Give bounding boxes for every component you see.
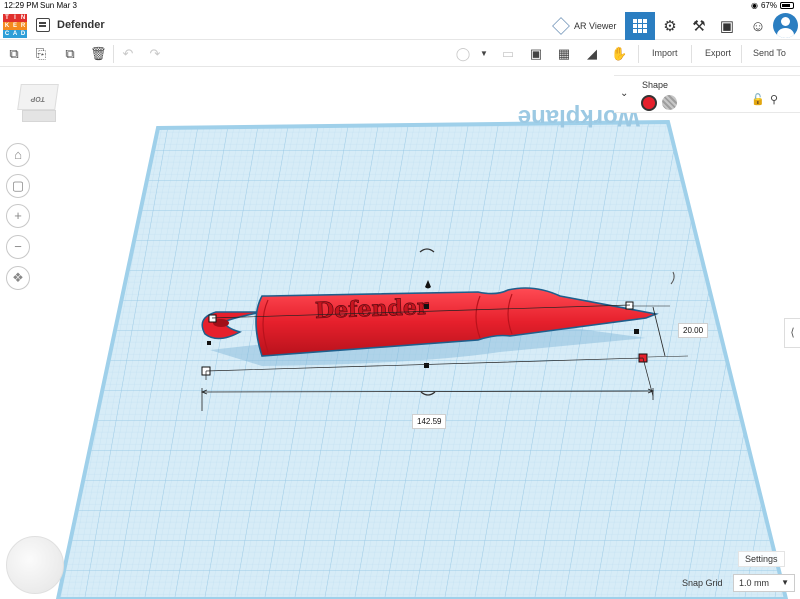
blocks-view-button[interactable]: ⚙	[655, 12, 685, 40]
shape-inspector-panel: ⌄ Shape 🔓 ⚲	[614, 75, 800, 113]
resize-handle[interactable]	[208, 314, 217, 323]
height-dimension-label[interactable]: 20.00	[678, 323, 709, 338]
chevron-left-icon: ⟨	[790, 327, 795, 339]
resize-handle[interactable]	[625, 301, 634, 310]
snap-grid-select[interactable]: 1.0 mm ▼	[733, 574, 795, 592]
ar-cube-icon	[552, 17, 570, 35]
view-cube-front-face[interactable]	[22, 110, 56, 122]
light-bulb-icon[interactable]: ⚲	[770, 93, 778, 106]
grid-icon	[633, 19, 647, 33]
chevron-down-icon: ▼	[781, 578, 789, 587]
logo-letter: E	[11, 22, 19, 30]
align-icon[interactable]: ▦	[556, 46, 572, 62]
light-bulb-icon[interactable]: ◯	[455, 46, 471, 62]
group-icon[interactable]: ▭	[500, 46, 516, 62]
logo-letter: K	[3, 22, 11, 30]
zoom-out-button[interactable]: −	[6, 235, 30, 259]
settings-button[interactable]: Settings	[738, 551, 785, 567]
fit-view-button[interactable]: ▢	[6, 174, 30, 198]
import-button[interactable]: Import	[652, 48, 678, 58]
project-title[interactable]: Defender	[57, 19, 105, 31]
edit-toolbar: ⧉ ⎘ ⧉ 🗑 ↶ ↷ ◯ ▼ ▭ ▣ ▦ ◢ ✋ Import Export …	[0, 41, 800, 67]
perspective-cube-icon: ❖	[12, 270, 24, 285]
add-user-icon: ☺	[750, 17, 766, 35]
add-user-button[interactable]: ☺	[743, 12, 773, 40]
edge-handle[interactable]	[634, 329, 639, 334]
view-cube[interactable]: TOP	[17, 84, 59, 126]
ar-viewer-button[interactable]: AR Viewer	[552, 15, 616, 37]
delete-icon[interactable]: 🗑	[90, 46, 107, 62]
logo-letter: I	[11, 14, 19, 22]
ar-viewer-label: AR Viewer	[574, 21, 617, 31]
undo-icon[interactable]: ↶	[120, 46, 136, 62]
briefcase-icon: ▣	[719, 17, 735, 35]
status-bar: 12:29 PM Sun Mar 3 ◉ 67%	[0, 0, 800, 12]
battery-percent: 67%	[760, 1, 777, 10]
mirror-icon[interactable]: ◢	[584, 46, 600, 62]
logo-letter: N	[19, 14, 27, 22]
copy-icon[interactable]: ⧉	[6, 46, 22, 62]
toolbar-divider	[741, 45, 742, 63]
duplicate-icon[interactable]: ⧉	[62, 46, 78, 62]
sim-lab-view-button[interactable]: ▣	[712, 12, 742, 40]
toolbar-divider	[691, 45, 692, 63]
width-dimension-label[interactable]: 142.59	[412, 414, 447, 429]
logo-letter: C	[3, 30, 11, 38]
logo-letter: T	[3, 14, 11, 22]
app-header: TINKERCAD Defender AR Viewer ⚙ ⚒ ▣ ☺	[0, 12, 800, 40]
send-to-button[interactable]: Send To	[753, 48, 786, 58]
shape-panel-title: Shape	[642, 80, 669, 90]
toolbar-divider	[638, 45, 639, 63]
edge-handle[interactable]	[424, 304, 429, 309]
bricks-view-button[interactable]: ⚒	[684, 12, 714, 40]
design-menu-icon[interactable]	[36, 18, 50, 32]
toolbar-divider	[113, 45, 114, 63]
fit-all-icon: ▢	[11, 178, 25, 193]
gear-hand-icon: ⚙	[663, 17, 677, 35]
cruise-icon[interactable]: ✋	[611, 46, 627, 62]
home-view-button[interactable]: ⌂	[6, 143, 30, 167]
edge-handle[interactable]	[207, 341, 211, 345]
status-time: 12:29 PM	[4, 1, 39, 10]
home-icon: ⌂	[14, 147, 22, 162]
paste-icon[interactable]: ⎘	[33, 46, 49, 62]
shapes-panel-toggle[interactable]: ⟨	[784, 318, 800, 348]
logo-letter: A	[11, 30, 19, 38]
ungroup-icon[interactable]: ▣	[528, 46, 544, 62]
battery-icon	[780, 2, 794, 9]
lock-icon[interactable]: 🔓	[751, 93, 765, 106]
redo-icon[interactable]: ↷	[147, 46, 163, 62]
navigation-joystick[interactable]	[6, 536, 64, 594]
wifi-icon: ◉	[751, 1, 758, 10]
edge-handle[interactable]	[424, 363, 429, 368]
chevron-down-icon[interactable]: ⌄	[620, 88, 628, 99]
zoom-in-button[interactable]: +	[6, 204, 30, 228]
model-engraved-text: Defender	[315, 294, 430, 324]
3d-design-view-button[interactable]	[625, 12, 655, 40]
minus-icon: −	[14, 239, 22, 254]
perspective-toggle-button[interactable]: ❖	[6, 266, 30, 290]
status-right: ◉ 67%	[751, 1, 794, 10]
hole-swatch[interactable]	[662, 95, 677, 110]
tinkercad-app: 12:29 PM Sun Mar 3 ◉ 67% TINKERCAD Defen…	[0, 0, 800, 599]
snap-grid-label: Snap Grid	[682, 578, 723, 588]
user-avatar[interactable]	[773, 13, 798, 38]
logo-letter: D	[19, 30, 27, 38]
tinkercad-logo[interactable]: TINKERCAD	[3, 14, 27, 38]
export-button[interactable]: Export	[705, 48, 731, 58]
view-cube-top-face[interactable]: TOP	[17, 84, 59, 110]
status-date: Sun Mar 3	[40, 1, 77, 10]
plus-icon: +	[14, 208, 22, 223]
snap-grid-value: 1.0 mm	[739, 578, 770, 588]
logo-letter: R	[19, 22, 27, 30]
pickaxe-icon: ⚒	[692, 17, 706, 35]
solid-color-swatch[interactable]	[641, 95, 657, 111]
chevron-down-icon[interactable]: ▼	[476, 46, 492, 62]
